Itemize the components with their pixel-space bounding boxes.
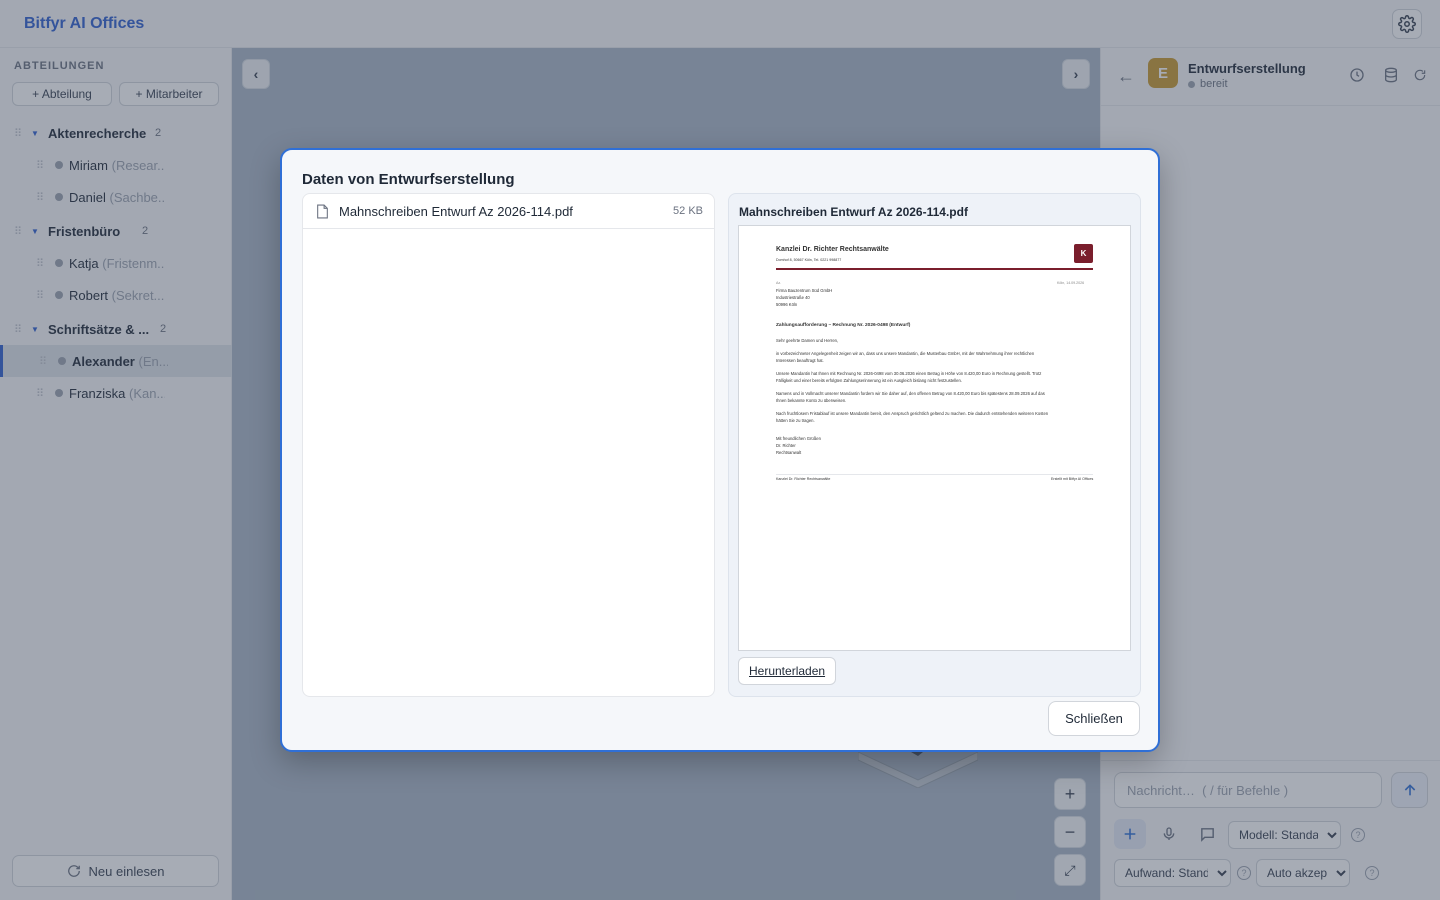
recipient-line: 50996 Köln <box>776 302 798 307</box>
letter-firm-address: Domhof 8, 50667 Köln, Tel. 0221 998877 <box>776 258 842 262</box>
file-row[interactable]: Mahnschreiben Entwurf Az 2026-114.pdf 52… <box>303 194 714 229</box>
letter-paragraph: Fälligkeit und einer bereits erfolgten Z… <box>776 378 962 383</box>
file-size: 52 KB <box>673 205 703 217</box>
letter-salutation: Sehr geehrte Damen und Herren, <box>776 338 839 343</box>
data-modal: Daten von Entwurfserstellung Mahnschreib… <box>280 148 1160 752</box>
pdf-preview[interactable]: Kanzlei Dr. Richter Rechtsanwälte Domhof… <box>738 225 1131 651</box>
letter-closing: Rechtsanwalt <box>776 450 802 455</box>
letter-paragraph: Nach fruchtlosem Fristablauf ist unsere … <box>776 411 1049 416</box>
download-button[interactable]: Herunterladen <box>738 657 837 685</box>
modal-title: Daten von Entwurfserstellung <box>302 171 515 188</box>
letterhead-rule <box>776 268 1093 270</box>
recipient-line: Industriestraße 40 <box>776 295 810 300</box>
letter-paragraph: Interessen beauftragt hat. <box>776 358 824 363</box>
letter-paragraph: hätten Sie zu tragen. <box>776 418 815 423</box>
letter-subject: Zahlungsaufforderung – Rechnung Nr. 2026… <box>776 323 911 328</box>
letter-date: Köln, 14.09.2026 <box>1057 281 1085 285</box>
letter-paragraph: Ihnen bekannte Konto zu überweisen. <box>776 398 847 403</box>
letter-closing: Mit freundlichen Grüßen <box>776 436 821 441</box>
file-list: Mahnschreiben Entwurf Az 2026-114.pdf 52… <box>302 193 715 697</box>
footer-rule <box>776 474 1093 475</box>
letter-firm: Kanzlei Dr. Richter Rechtsanwälte <box>776 246 889 253</box>
letter-footer-left: Kanzlei Dr. Richter Rechtsanwälte <box>776 477 831 481</box>
letter-paragraph: in vorbezeichneter Angelegenheit zeigen … <box>776 351 1035 356</box>
letter-closing: Dr. Richter <box>776 443 796 448</box>
letter-ref: Az. <box>776 281 782 285</box>
preview-title: Mahnschreiben Entwurf Az 2026-114.pdf <box>739 205 968 219</box>
file-preview: Mahnschreiben Entwurf Az 2026-114.pdf Ka… <box>728 193 1141 697</box>
recipient-line: Firma Bauzentrum Süd GmbH <box>776 288 833 293</box>
file-icon <box>317 204 328 218</box>
letter-paragraph: Namens und in Vollmacht unserer Mandanti… <box>776 391 1045 396</box>
letter-paragraph: Unsere Mandantin hat Ihnen mit Rechnung … <box>776 371 1042 376</box>
letter-footer-right: Erstellt mit Bitfyr AI Offices <box>1051 477 1094 481</box>
file-name: Mahnschreiben Entwurf Az 2026-114.pdf <box>339 203 573 219</box>
firm-logo: K <box>1074 244 1093 263</box>
close-button[interactable]: Schließen <box>1048 701 1140 736</box>
